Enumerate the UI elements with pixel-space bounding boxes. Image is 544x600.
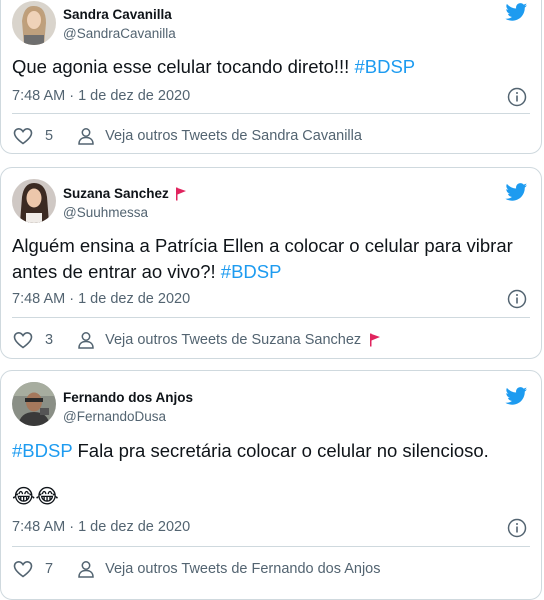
avatar[interactable] <box>12 1 56 45</box>
twitter-bird-icon[interactable] <box>504 1 529 23</box>
divider <box>12 113 530 114</box>
red-flag-icon <box>370 333 381 347</box>
heart-icon[interactable] <box>13 560 33 578</box>
person-icon <box>78 128 94 145</box>
display-name[interactable]: Fernando dos Anjos <box>63 389 193 406</box>
like-count[interactable]: 7 <box>45 561 53 577</box>
user-handle[interactable]: @FernandoDusa <box>63 408 193 425</box>
person-icon <box>78 561 94 578</box>
hashtag-link[interactable]: #BDSP <box>12 440 72 461</box>
tweet-text: #BDSP Fala pra secretária colocar o celu… <box>12 440 489 461</box>
more-tweets-link[interactable]: Veja outros Tweets de Fernando dos Anjos <box>105 561 380 577</box>
like-count[interactable]: 5 <box>45 128 53 144</box>
user-handle[interactable]: @SandraCavanilla <box>63 25 176 42</box>
tweet-timestamp[interactable]: 7:48 AM · 1 de dez de 2020 <box>12 291 190 307</box>
tweet-text: Que agonia esse celular tocando direto!!… <box>12 56 416 77</box>
red-flag-icon <box>175 187 186 200</box>
display-name[interactable]: Suzana Sanchez <box>63 185 187 202</box>
avatar[interactable] <box>12 382 56 426</box>
tweet-card-2[interactable]: Suzana Sanchez @Suuhmessa Alguém ensina … <box>0 167 542 359</box>
twitter-bird-icon[interactable] <box>504 181 529 203</box>
emoji-laughing: 😂😂 <box>12 486 59 508</box>
tweet-timestamp[interactable]: 7:48 AM · 1 de dez de 2020 <box>12 88 190 104</box>
hashtag-link[interactable]: #BDSP <box>221 261 282 282</box>
divider <box>12 546 530 547</box>
hashtag-link[interactable]: #BDSP <box>354 56 415 77</box>
tweet-timestamp[interactable]: 7:48 AM · 1 de dez de 2020 <box>12 519 190 535</box>
tweet-text: Alguém ensina a Patrícia Ellen a colocar… <box>12 235 513 282</box>
info-icon[interactable] <box>507 289 527 309</box>
heart-icon[interactable] <box>13 331 33 349</box>
user-handle[interactable]: @Suuhmessa <box>63 204 187 221</box>
info-icon[interactable] <box>507 518 527 538</box>
divider <box>12 317 530 318</box>
tweet-card-3[interactable]: Fernando dos Anjos @FernandoDusa #BDSP F… <box>0 370 542 600</box>
like-count[interactable]: 3 <box>45 332 53 348</box>
info-icon[interactable] <box>507 87 527 107</box>
more-tweets-link[interactable]: Veja outros Tweets de Sandra Cavanilla <box>105 128 362 144</box>
avatar[interactable] <box>12 179 56 223</box>
person-icon <box>78 332 94 349</box>
heart-icon[interactable] <box>13 127 33 145</box>
tweet-card-1[interactable]: Sandra Cavanilla @SandraCavanilla Que ag… <box>0 0 542 154</box>
display-name[interactable]: Sandra Cavanilla <box>63 6 176 23</box>
twitter-bird-icon[interactable] <box>504 385 529 407</box>
more-tweets-link[interactable]: Veja outros Tweets de Suzana Sanchez <box>105 332 361 348</box>
